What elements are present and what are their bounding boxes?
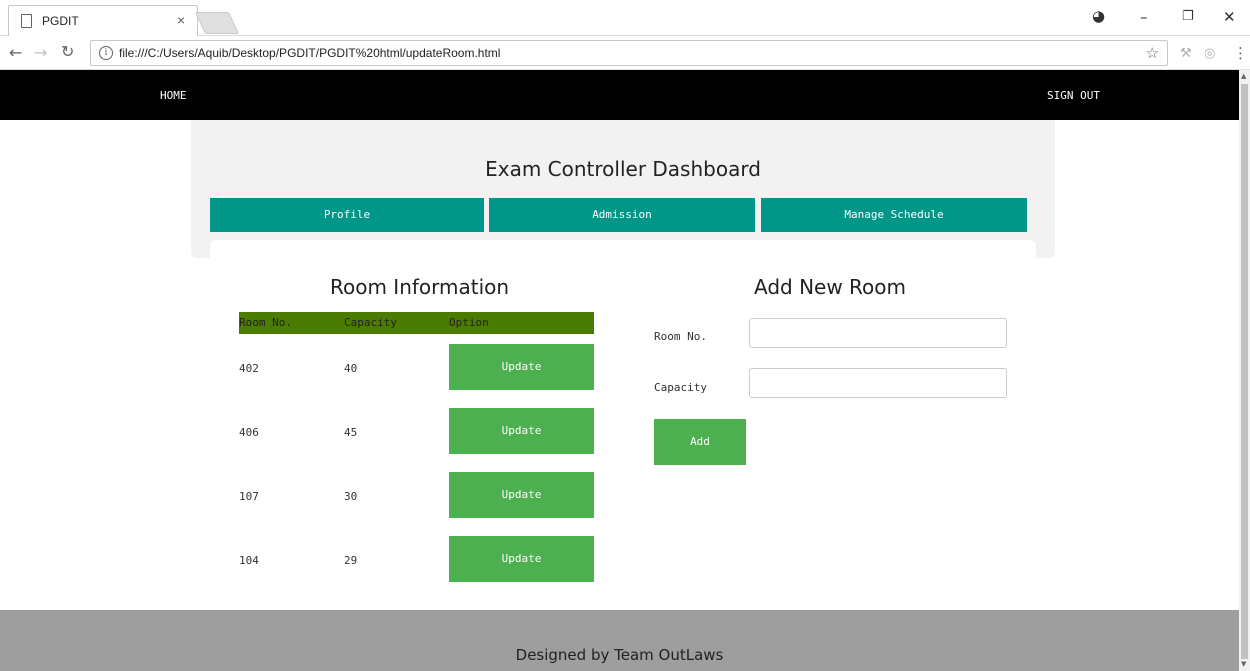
account-icon[interactable]: ◕ — [1092, 7, 1105, 25]
scroll-thumb[interactable] — [1241, 84, 1248, 659]
cell-room-no: 107 — [239, 490, 259, 503]
table-header-row: Room No. Capacity Option — [239, 312, 594, 334]
page-icon — [21, 14, 32, 28]
cell-room-no: 402 — [239, 362, 259, 375]
add-room-title: Add New Room — [754, 275, 907, 299]
reload-icon[interactable]: ↻ — [61, 42, 74, 61]
nav-home-link[interactable]: HOME — [160, 89, 187, 102]
room-info-title: Room Information — [330, 275, 510, 299]
tab-title: PGDIT — [42, 14, 79, 28]
update-button[interactable]: Update — [449, 472, 594, 518]
cell-capacity: 30 — [344, 490, 358, 503]
footer-text: Designed by Team OutLaws — [515, 646, 724, 664]
header-option: Option — [449, 316, 489, 329]
close-icon[interactable]: × — [177, 12, 185, 28]
tab-admission[interactable]: Admission — [489, 198, 755, 232]
scroll-down-icon[interactable]: ▼ — [1241, 660, 1246, 668]
capacity-label: Capacity — [654, 381, 707, 394]
tab-profile[interactable]: Profile — [210, 198, 484, 232]
update-button[interactable]: Update — [449, 344, 594, 390]
cell-capacity: 29 — [344, 554, 358, 567]
star-icon[interactable]: ☆ — [1146, 44, 1159, 62]
cell-capacity: 40 — [344, 362, 358, 375]
page-viewport: HOME SIGN OUT Exam Controller Dashboard … — [0, 70, 1239, 671]
header-capacity: Capacity — [344, 316, 397, 329]
back-icon[interactable]: ← — [9, 43, 22, 62]
scroll-up-icon[interactable]: ▲ — [1241, 72, 1246, 80]
cell-room-no: 104 — [239, 554, 259, 567]
new-tab-button[interactable] — [194, 12, 240, 34]
address-bar[interactable]: i file:///C:/Users/Aquib/Desktop/PGDIT/P… — [90, 40, 1168, 66]
maximize-icon[interactable]: ❐ — [1182, 9, 1194, 24]
update-button[interactable]: Update — [449, 408, 594, 454]
capacity-input[interactable] — [749, 368, 1007, 398]
header-room-no: Room No. — [239, 316, 292, 329]
dashboard-panel: Exam Controller Dashboard Profile Admiss… — [191, 120, 1055, 258]
url-text[interactable]: file:///C:/Users/Aquib/Desktop/PGDIT/PGD… — [119, 46, 500, 60]
tab-manage-schedule[interactable]: Manage Schedule — [761, 198, 1027, 232]
nav-sign-out-link[interactable]: SIGN OUT — [1047, 89, 1100, 102]
top-navbar: HOME SIGN OUT — [0, 70, 1239, 120]
extension-icon-2[interactable]: ◎ — [1204, 46, 1215, 61]
menu-icon[interactable]: ⋮ — [1233, 44, 1248, 62]
window-close-icon[interactable]: ✕ — [1223, 8, 1236, 26]
footer: Designed by Team OutLaws — [0, 610, 1239, 671]
dashboard-content-edge — [210, 240, 1036, 258]
room-no-label: Room No. — [654, 330, 707, 343]
browser-tab[interactable]: PGDIT × — [8, 5, 198, 36]
page-scrollbar[interactable]: ▲ ▼ — [1239, 70, 1250, 671]
info-icon[interactable]: i — [99, 46, 113, 60]
add-room-button[interactable]: Add — [654, 419, 746, 465]
forward-icon[interactable]: → — [34, 43, 47, 62]
minimize-icon[interactable]: – — [1140, 8, 1148, 26]
update-button[interactable]: Update — [449, 536, 594, 582]
cell-room-no: 406 — [239, 426, 259, 439]
browser-toolbar: ← → ↻ i file:///C:/Users/Aquib/Desktop/P… — [0, 36, 1250, 70]
dashboard-title: Exam Controller Dashboard — [485, 157, 761, 181]
browser-tabstrip: PGDIT × ◕ – ❐ ✕ — [0, 0, 1250, 36]
room-no-input[interactable] — [749, 318, 1007, 348]
extension-icon[interactable]: ⚒ — [1180, 46, 1192, 61]
cell-capacity: 45 — [344, 426, 358, 439]
